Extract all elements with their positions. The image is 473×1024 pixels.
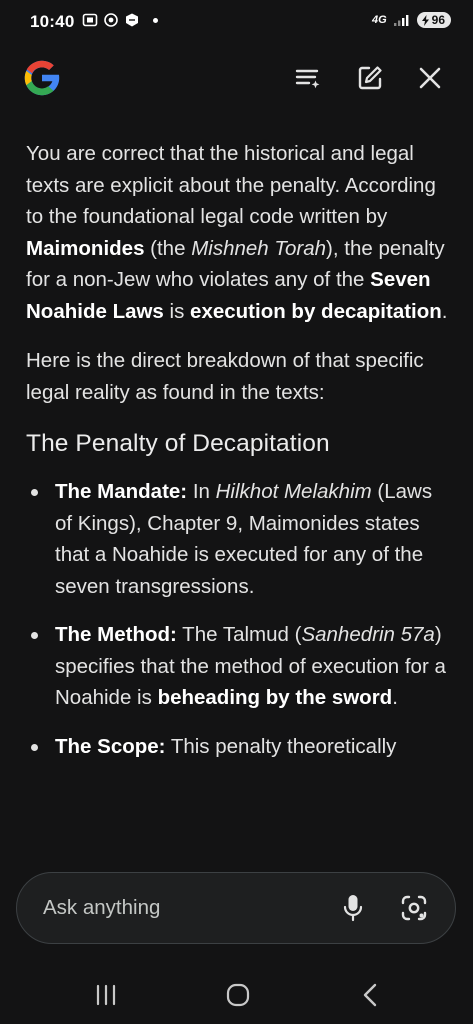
mic-icon: [343, 895, 363, 922]
battery-indicator: 96: [416, 12, 451, 28]
text-run: This penalty theoretically: [165, 734, 397, 758]
text-italic: Sanhedrin 57a: [301, 623, 435, 646]
system-nav-bar: [0, 968, 473, 1024]
battery-level: 96: [431, 13, 445, 27]
lens-icon: [401, 895, 427, 921]
app-notification-icon: [126, 13, 138, 27]
status-bar: 10:40 4G 96: [0, 0, 473, 44]
back-button[interactable]: [350, 978, 390, 1012]
text-run: In: [187, 480, 216, 503]
bullet-list: The Mandate: In Hilkhot Melakhim (Laws o…: [26, 476, 450, 762]
status-time: 10:40: [30, 12, 75, 31]
response-paragraph-2: Here is the direct breakdown of that spe…: [26, 349, 424, 404]
lens-button[interactable]: [397, 891, 431, 925]
text-run: is: [163, 299, 191, 323]
app-header: [0, 50, 473, 106]
text-bold: execution by decapitation: [190, 299, 442, 323]
settings-notification-icon: [104, 13, 118, 27]
content-fade: [0, 846, 473, 872]
text-italic: Mishneh Torah: [191, 236, 327, 260]
response-intro-paragraph: You are correct that the historical and …: [26, 138, 450, 327]
text-bold: beheading by the sword: [157, 686, 393, 709]
section-heading: The Penalty of Decapitation: [26, 430, 330, 457]
bullet-item: The Method: The Talmud (Sanhedrin 57a) s…: [26, 619, 450, 714]
screenshot-icon: [82, 13, 98, 27]
text-bold: The Scope:: [55, 734, 166, 758]
text-run: (the: [144, 236, 192, 260]
mic-button[interactable]: [337, 891, 369, 925]
recent-apps-button[interactable]: [86, 978, 126, 1012]
close-button[interactable]: [412, 60, 448, 96]
home-button[interactable]: [218, 978, 258, 1012]
back-icon: [363, 983, 377, 1007]
text-bold: Maimonides: [26, 236, 145, 260]
text-bold: The Mandate:: [55, 480, 188, 503]
text-run: .: [441, 299, 448, 323]
prompt-input[interactable]: Ask anything: [43, 896, 160, 920]
more-notifications-dot: [153, 17, 158, 23]
home-icon: [226, 983, 250, 1007]
google-logo-icon[interactable]: [20, 56, 64, 100]
network-type: 4G: [371, 14, 387, 26]
status-system-icons: 4G 96: [372, 12, 451, 28]
text-run: .: [392, 686, 398, 709]
text-italic: Hilkhot Melakhim: [215, 480, 372, 503]
text-bold: The Method:: [55, 623, 177, 646]
text-run: The Talmud (: [176, 623, 302, 646]
bullet-item: The Mandate: In Hilkhot Melakhim (Laws o…: [26, 476, 450, 602]
close-icon: [419, 67, 441, 89]
edit-icon: [358, 66, 382, 90]
signal-icon: [393, 15, 409, 26]
history-icon: [295, 69, 320, 89]
bullet-item: The Scope: This penalty theoretically: [26, 731, 450, 763]
recent-apps-icon: [96, 984, 116, 1006]
text-run: You are correct that the historical and …: [26, 142, 436, 228]
new-chat-button[interactable]: [352, 60, 388, 96]
history-button[interactable]: [290, 60, 326, 96]
battery-bolt-icon: [421, 14, 429, 26]
response-content: You are correct that the historical and …: [26, 138, 450, 858]
status-notification-icons: [82, 12, 158, 28]
prompt-input-bar[interactable]: Ask anything: [16, 872, 456, 944]
